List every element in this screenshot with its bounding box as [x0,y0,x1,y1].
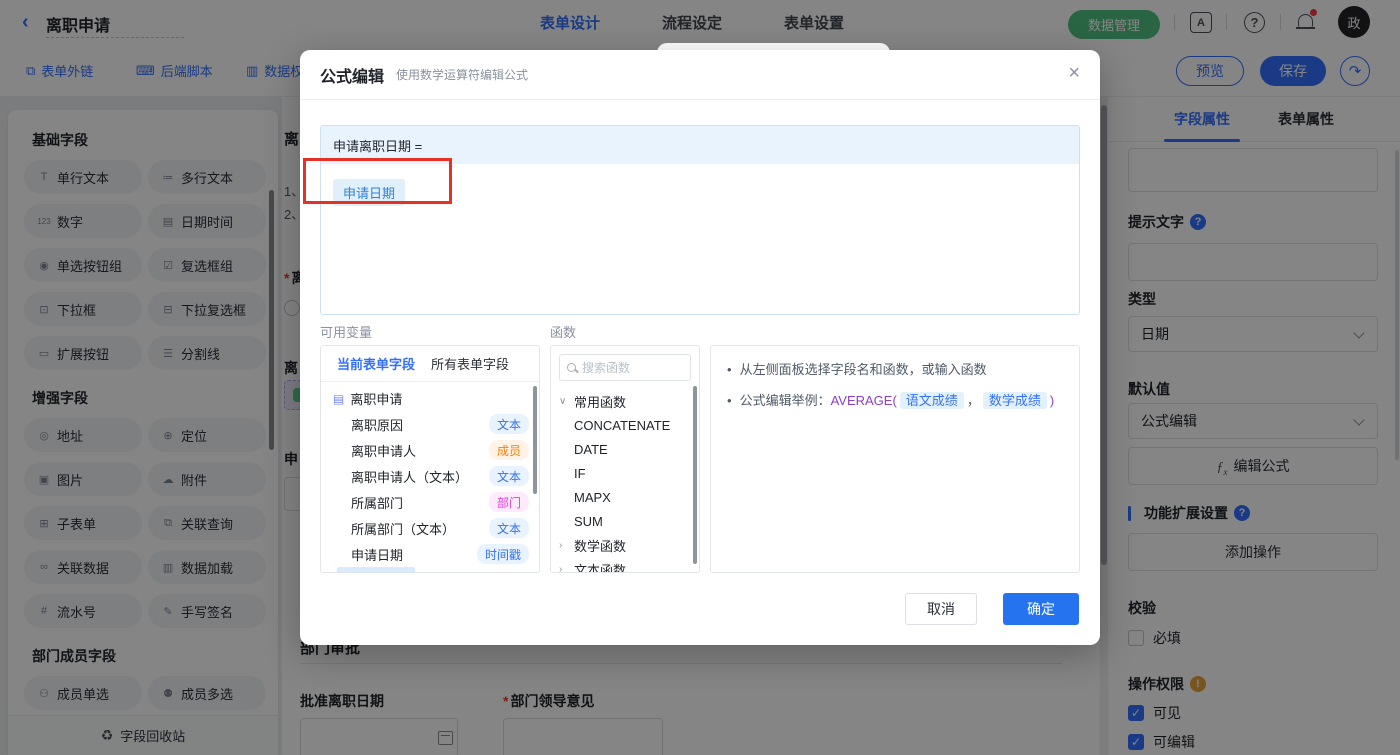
cancel-button[interactable]: 取消 [905,593,977,625]
formula-edit-modal: 公式编辑 使用数学运算符编辑公式 × 申请离职日期 = 申请日期 可用变量 函数… [300,50,1100,645]
field-type-badge: 成员 [488,440,529,460]
variables-tabs: 当前表单字段 所有表单字段 [321,346,539,382]
formula-lhs: 申请离职日期 = [321,126,1079,164]
formula-variable-chip[interactable]: 申请日期 [333,179,406,206]
functions-label: 函数 [550,325,577,340]
variables-tab-0[interactable]: 当前表单字段 [337,354,415,373]
formula-input-area[interactable]: 申请日期 [321,164,1079,314]
chevron-right-icon: › [559,539,563,551]
field-type-badge: 文本 [488,414,529,434]
functions-panel: ∨常用函数CONCATENATEDATEIFMAPXSUM›数学函数›文本函数 [550,345,700,573]
function-item[interactable]: CONCATENATE [551,413,699,437]
modal-title: 公式编辑 [320,68,385,86]
formula-help-panel: • 从左侧面板选择字段名和函数，或输入函数 • 公式编辑举例：AVERAGE(语文成… [710,345,1080,573]
close-icon[interactable]: × [1068,63,1080,83]
function-group[interactable]: ∨ 常用函数 [551,389,699,413]
form-doc-icon: ▤ [333,391,345,406]
example-field-chip: 数学成绩 [982,392,1047,409]
function-item[interactable]: IF [551,461,699,485]
functions-scrollbar[interactable] [693,386,697,564]
variables-label: 可用变量 [320,325,373,340]
form-tree-root[interactable]: ▤ 离职申请 [321,382,539,411]
function-item[interactable]: MAPX [551,485,699,509]
search-icon [567,363,576,372]
modal-header: 公式编辑 使用数学运算符编辑公式 × [300,50,1100,100]
confirm-button[interactable]: 确定 [1003,593,1079,625]
chevron-down-icon: ∨ [559,395,567,407]
chevron-right-icon: › [559,563,563,573]
variable-row[interactable]: 离职申请人 成员 [321,437,539,463]
example-field-chip: 语文成绩 [899,392,964,409]
field-type-badge: 部门 [488,492,529,512]
variables-panel: 当前表单字段 所有表单字段 ▤ 离职申请 离职原因 文本 离职申请人 成员 离职申请人（文本… [320,345,540,573]
variable-row[interactable]: 所属部门（文本） 文本 [321,515,539,541]
function-item[interactable]: DATE [551,437,699,461]
variable-row[interactable]: 离职原因 文本 [321,411,539,437]
function-item[interactable]: SUM [551,509,699,533]
variable-row[interactable]: 离职申请人（文本） 文本 [321,463,539,489]
variables-scrollbar[interactable] [533,386,537,494]
formula-editor[interactable]: 申请离职日期 = 申请日期 [320,125,1080,315]
function-group[interactable]: › 文本函数 [551,557,699,573]
variables-tab-1[interactable]: 所有表单字段 [431,354,509,373]
help-tip-1: • 从左侧面板选择字段名和函数，或输入函数 [727,362,987,377]
clipped-next-row [337,567,415,572]
field-type-badge: 文本 [488,466,529,486]
field-type-badge: 文本 [488,518,529,538]
field-type-badge: 时间戳 [476,544,529,564]
function-search[interactable] [559,354,691,381]
help-tip-2: • 公式编辑举例：AVERAGE(语文成绩，数学成绩) [727,392,1055,409]
modal-subtitle: 使用数学运算符编辑公式 [396,68,529,82]
function-group[interactable]: › 数学函数 [551,533,699,557]
variable-row[interactable]: 所属部门 部门 [321,489,539,515]
function-search-input[interactable] [582,360,682,375]
variable-row[interactable]: 申请日期 时间戳 [321,541,539,567]
app-root: ‹ 离职申请 表单设计 流程设定 表单设置 数据管理 A ? 政 ⧉ 表单外链 ⌨ 后端… [0,0,1400,755]
